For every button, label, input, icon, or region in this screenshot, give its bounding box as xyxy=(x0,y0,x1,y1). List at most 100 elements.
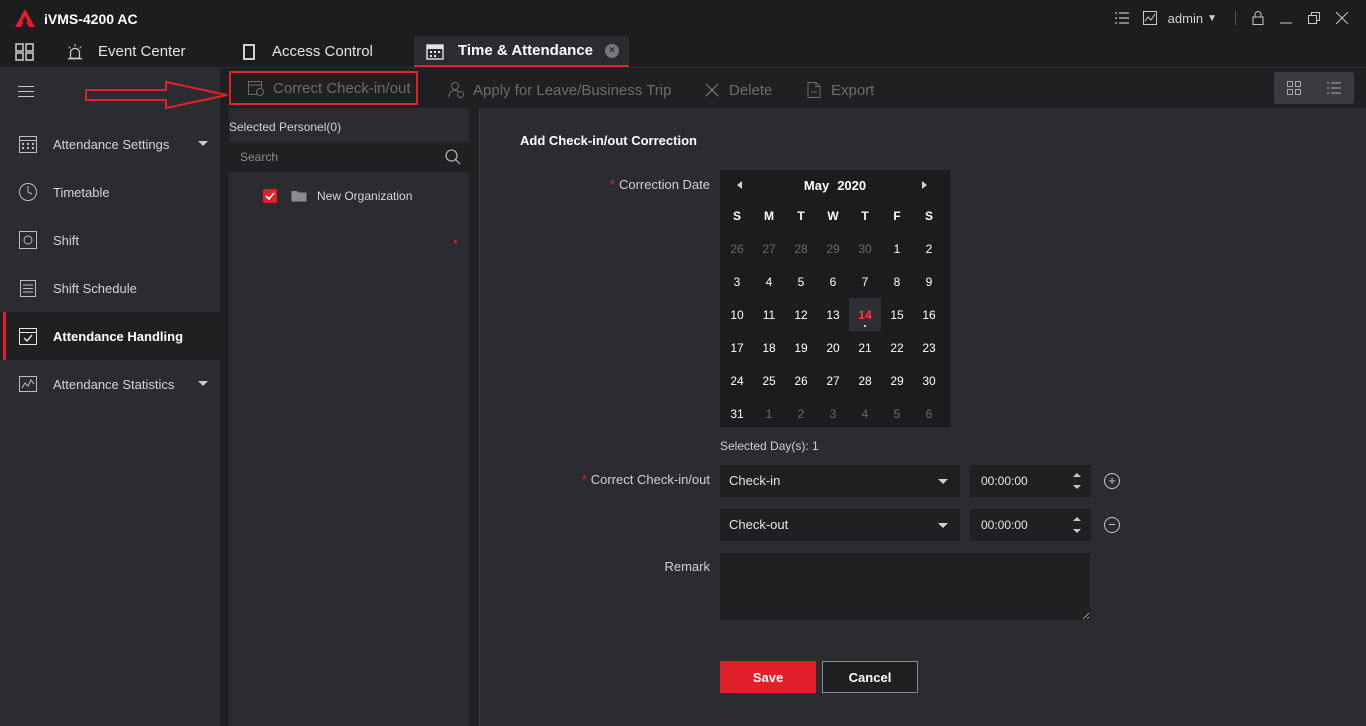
close-icon[interactable] xyxy=(1328,0,1356,36)
calendar-day[interactable]: 3 xyxy=(721,265,753,298)
calendar-day[interactable]: 5 xyxy=(785,265,817,298)
app-title: iVMS-4200 AC xyxy=(44,11,138,27)
calendar-day[interactable]: 1 xyxy=(753,397,785,430)
lock-icon[interactable] xyxy=(1244,0,1272,36)
cancel-button[interactable]: Cancel xyxy=(822,661,918,693)
sidebar-item-shift-schedule[interactable]: Shift Schedule xyxy=(0,264,220,312)
tab-access-control[interactable]: Access Control xyxy=(240,36,373,67)
sidebar-item-attendance-handling[interactable]: Attendance Handling xyxy=(0,312,220,360)
checkin-type-select[interactable]: Check-in xyxy=(720,465,960,497)
sidebar-item-shift[interactable]: Shift xyxy=(0,216,220,264)
calendar-day[interactable]: 8 xyxy=(881,265,913,298)
main-form: Add Check-in/out Correction * Correction … xyxy=(480,108,1366,726)
calendar-day[interactable]: 14 xyxy=(849,298,881,331)
sidebar-item-attendance-statistics[interactable]: Attendance Statistics xyxy=(0,360,220,408)
search-icon[interactable] xyxy=(445,149,461,165)
monitor-icon[interactable] xyxy=(1136,0,1164,36)
calendar-day[interactable]: 15 xyxy=(881,298,913,331)
correction-date-label: * Correction Date xyxy=(609,177,710,192)
checkout-time-input[interactable]: 00:00:00 xyxy=(970,509,1091,541)
prev-month-icon[interactable] xyxy=(737,181,742,189)
calendar-day[interactable]: 23 xyxy=(913,331,945,364)
tab-time-attendance[interactable]: Time & Attendance × xyxy=(414,36,630,67)
weekday-header: T xyxy=(797,209,805,223)
tab-label: Time & Attendance xyxy=(458,42,594,59)
org-label: New Organization xyxy=(317,189,413,203)
calendar-month: May xyxy=(803,177,830,193)
calendar-day[interactable]: 17 xyxy=(721,331,753,364)
calendar-day[interactable]: 5 xyxy=(881,397,913,430)
restore-icon[interactable] xyxy=(1300,0,1328,36)
calendar-day[interactable]: 26 xyxy=(785,364,817,397)
calendar-day[interactable]: 3 xyxy=(817,397,849,430)
calendar-day[interactable]: 29 xyxy=(817,232,849,265)
calendar-day[interactable]: 7 xyxy=(849,265,881,298)
calendar-day[interactable]: 28 xyxy=(849,364,881,397)
save-button[interactable]: Save xyxy=(720,661,816,693)
calendar-day[interactable]: 4 xyxy=(753,265,785,298)
task-list-icon[interactable] xyxy=(1108,0,1136,36)
tab-label: Event Center xyxy=(98,43,186,60)
calendar-day[interactable]: 6 xyxy=(913,397,945,430)
checkout-type-select[interactable]: Check-out xyxy=(720,509,960,541)
calendar-day[interactable]: 6 xyxy=(817,265,849,298)
calendar-day[interactable]: 29 xyxy=(881,364,913,397)
calendar-year: 2020 xyxy=(837,177,867,193)
correct-checkinout-button[interactable]: Correct Check-in/out xyxy=(229,71,418,105)
add-row-icon[interactable]: + xyxy=(1104,473,1120,489)
calendar-day[interactable]: 13 xyxy=(817,298,849,331)
sidebar-nav: Attendance Settings Timetable Shift Shif… xyxy=(0,120,220,408)
calendar-day[interactable]: 27 xyxy=(753,232,785,265)
apply-leave-button[interactable]: Apply for Leave/Business Trip xyxy=(447,76,671,104)
calendar-day[interactable]: 21 xyxy=(849,331,881,364)
calendar-day[interactable]: 25 xyxy=(753,364,785,397)
correct-checkinout-label: * Correct Check-in/out xyxy=(581,472,710,487)
close-tab-icon[interactable]: × xyxy=(605,43,620,58)
calendar-day[interactable]: 31 xyxy=(721,397,753,430)
calendar-day[interactable]: 27 xyxy=(817,364,849,397)
next-month-icon[interactable] xyxy=(922,181,927,189)
time-stepper[interactable] xyxy=(1073,515,1081,535)
sidebar-item-attendance-settings[interactable]: Attendance Settings xyxy=(0,120,220,168)
minimize-icon[interactable] xyxy=(1272,0,1300,36)
calendar-day[interactable]: 9 xyxy=(913,265,945,298)
menu-icon[interactable] xyxy=(18,86,34,100)
user-menu[interactable]: admin xyxy=(1164,11,1207,26)
calendar-day[interactable]: 26 xyxy=(721,232,753,265)
calendar-day[interactable]: 12 xyxy=(785,298,817,331)
calendar-day[interactable]: 2 xyxy=(913,232,945,265)
search-input[interactable]: Search xyxy=(229,142,469,172)
date-picker[interactable]: May 2020 S M T W T F S 26 27 28 29 30 1 2 3 4 5 6 7 8 9 10 11 1… xyxy=(720,170,950,427)
grid-view-icon[interactable] xyxy=(1274,72,1314,104)
calendar-day[interactable]: 19 xyxy=(785,331,817,364)
calendar-day[interactable]: 1 xyxy=(881,232,913,265)
shift-icon xyxy=(19,231,37,249)
calendar-day[interactable]: 30 xyxy=(913,364,945,397)
calendar-day[interactable]: 20 xyxy=(817,331,849,364)
calendar-day[interactable]: 2 xyxy=(785,397,817,430)
checkbox-checked[interactable] xyxy=(263,189,277,203)
calendar-day[interactable]: 4 xyxy=(849,397,881,430)
red-dot xyxy=(454,240,457,243)
home-grid-icon[interactable] xyxy=(14,42,36,62)
calendar-day[interactable]: 18 xyxy=(753,331,785,364)
delete-button[interactable]: Delete xyxy=(703,76,772,104)
tree-item-organization[interactable]: New Organization xyxy=(263,187,412,205)
sidebar-item-timetable[interactable]: Timetable xyxy=(0,168,220,216)
checkin-time-input[interactable]: 00:00:00 xyxy=(970,465,1091,497)
remark-textarea[interactable] xyxy=(720,553,1090,620)
calendar-day[interactable]: 16 xyxy=(913,298,945,331)
calendar-day[interactable]: 10 xyxy=(721,298,753,331)
calendar-day[interactable]: 24 xyxy=(721,364,753,397)
remove-row-icon[interactable]: − xyxy=(1104,517,1120,533)
calendar-day[interactable]: 22 xyxy=(881,331,913,364)
calendar-day[interactable]: 30 xyxy=(849,232,881,265)
tab-event-center[interactable]: Event Center xyxy=(66,36,186,67)
chevron-down-icon[interactable]: ▼ xyxy=(1207,13,1217,24)
export-button[interactable]: Export xyxy=(805,76,874,104)
list-view-icon[interactable] xyxy=(1314,72,1354,104)
calendar-day[interactable]: 28 xyxy=(785,232,817,265)
calendar-day[interactable]: 11 xyxy=(753,298,785,331)
calendar-icon xyxy=(426,42,444,60)
time-stepper[interactable] xyxy=(1073,471,1081,491)
